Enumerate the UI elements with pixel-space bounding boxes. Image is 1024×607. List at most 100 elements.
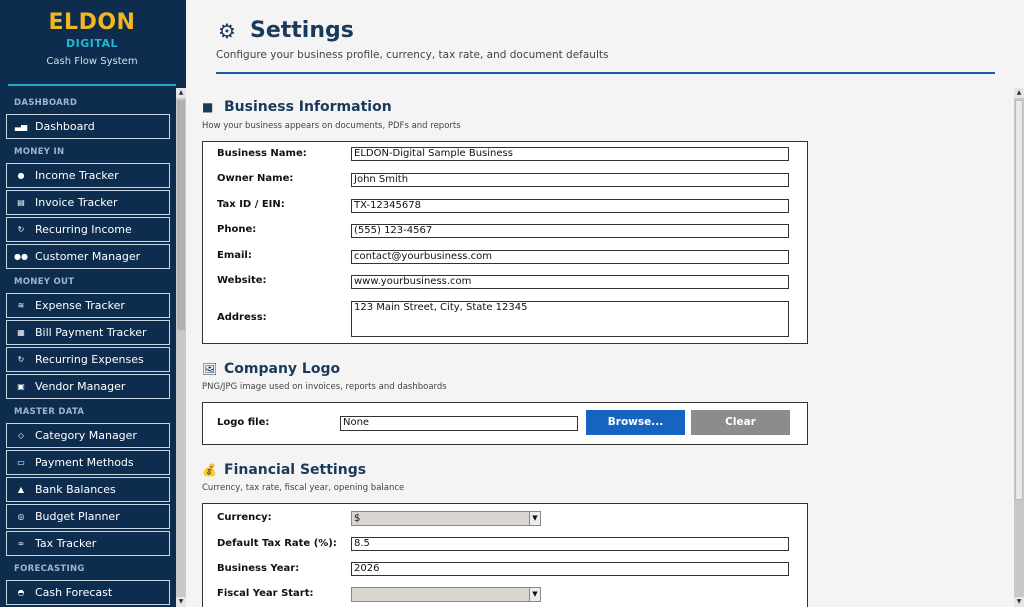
document-icon: ▤ xyxy=(17,198,25,207)
currency-select-value: $ xyxy=(354,513,361,524)
logo-file-field[interactable]: None xyxy=(340,416,578,431)
sidebar-item-label: Customer Manager xyxy=(35,250,141,263)
brand-name: ELDON xyxy=(48,10,136,35)
main-scrollbar[interactable]: ▲ ▼ xyxy=(1014,88,1024,607)
sidebar-item-label: Bill Payment Tracker xyxy=(35,326,147,339)
logo-section-heading: 🖼 Company Logo xyxy=(202,361,340,377)
sidebar-item-recurring-expenses[interactable]: ↻ Recurring Expenses xyxy=(6,347,170,372)
email-field[interactable]: contact@yourbusiness.com xyxy=(351,250,789,264)
bar-chart-icon: ▃▅ xyxy=(14,122,28,131)
business-year-label: Business Year: xyxy=(217,563,300,574)
chevron-down-icon: ▼ xyxy=(529,588,540,601)
fiscal-year-start-select[interactable]: ▼ xyxy=(351,587,541,602)
business-name-field[interactable]: ELDON-Digital Sample Business xyxy=(351,147,789,161)
scroll-up-arrow-icon[interactable]: ▲ xyxy=(1014,88,1024,98)
main-scroll-thumb[interactable] xyxy=(1015,100,1023,500)
sidebar-item-bank-balances[interactable]: ▲ Bank Balances xyxy=(6,477,170,502)
tax-id-field[interactable]: TX-12345678 xyxy=(351,199,789,213)
page-title: Settings xyxy=(250,18,354,43)
gear-icon: ⚙ xyxy=(218,18,236,43)
financial-section-title: Financial Settings xyxy=(224,462,367,478)
sidebar-item-tax-tracker[interactable]: ∞ Tax Tracker xyxy=(6,531,170,556)
picture-icon: 🖼 xyxy=(202,362,218,376)
settings-content: ■ Business Information How your business… xyxy=(186,88,1014,607)
logo-section-title: Company Logo xyxy=(224,361,341,377)
website-label: Website: xyxy=(217,275,267,286)
business-section-subtitle: How your business appears on documents, … xyxy=(202,121,461,131)
sidebar-item-vendor-manager[interactable]: ▣ Vendor Manager xyxy=(6,374,170,399)
sidebar-item-income-tracker[interactable]: ● Income Tracker xyxy=(6,163,170,188)
page-header: ⚙ Settings Configure your business profi… xyxy=(186,0,1024,88)
sidebar-item-label: Income Tracker xyxy=(35,169,119,182)
target-icon: ◎ xyxy=(17,512,25,521)
sidebar-item-invoice-tracker[interactable]: ▤ Invoice Tracker xyxy=(6,190,170,215)
sidebar-item-label: Recurring Expenses xyxy=(35,353,144,366)
repeat-icon: ↻ xyxy=(17,225,25,234)
sidebar-scrollbar[interactable]: ▲ ▼ xyxy=(176,88,186,607)
sidebar: ELDON DIGITAL Cash Flow System DASHBOARD… xyxy=(0,0,186,607)
business-section-heading: ■ Business Information xyxy=(202,99,392,115)
sidebar-item-payment-methods[interactable]: ▭ Payment Methods xyxy=(6,450,170,475)
scroll-down-arrow-icon[interactable]: ▼ xyxy=(1014,597,1024,607)
square-icon: ■ xyxy=(202,100,214,114)
store-icon: ▣ xyxy=(17,382,25,391)
sidebar-item-bill-payment-tracker[interactable]: ▦ Bill Payment Tracker xyxy=(6,320,170,345)
sidebar-item-budget-planner[interactable]: ◎ Budget Planner xyxy=(6,504,170,529)
money-bag-icon: 💰 xyxy=(202,463,217,477)
email-label: Email: xyxy=(217,250,252,261)
scroll-down-arrow-icon[interactable]: ▼ xyxy=(176,597,186,607)
website-field[interactable]: www.yourbusiness.com xyxy=(351,275,789,289)
brand: ELDON DIGITAL Cash Flow System xyxy=(8,0,176,86)
sidebar-section-label: MONEY IN xyxy=(14,147,65,157)
sidebar-item-label: Invoice Tracker xyxy=(35,196,118,209)
sidebar-item-category-manager[interactable]: ◇ Category Manager xyxy=(6,423,170,448)
financial-section-heading: 💰 Financial Settings xyxy=(202,462,366,478)
sidebar-item-label: Expense Tracker xyxy=(35,299,125,312)
sidebar-section-label: MASTER DATA xyxy=(14,407,85,417)
people-icon: ●● xyxy=(14,252,28,261)
business-name-label: Business Name: xyxy=(217,148,307,159)
sidebar-item-label: Bank Balances xyxy=(35,483,116,496)
address-label: Address: xyxy=(217,312,267,323)
chevron-down-icon: ▼ xyxy=(529,512,540,525)
sidebar-item-dashboard[interactable]: ▃▅ Dashboard xyxy=(6,114,170,139)
repeat-icon: ↻ xyxy=(17,355,25,364)
currency-select[interactable]: $ ▼ xyxy=(351,511,541,526)
owner-name-field[interactable]: John Smith xyxy=(351,173,789,187)
sidebar-item-label: Vendor Manager xyxy=(35,380,126,393)
tag-icon: ◇ xyxy=(17,431,25,440)
page-subtitle: Configure your business profile, currenc… xyxy=(216,49,609,61)
financial-panel: Currency: $ ▼ Default Tax Rate (%): 8.5 … xyxy=(202,503,808,607)
business-year-field[interactable]: 2026 xyxy=(351,562,789,576)
business-section-title: Business Information xyxy=(224,99,392,115)
receipt-icon: ▦ xyxy=(17,328,25,337)
sidebar-item-expense-tracker[interactable]: ≋ Expense Tracker xyxy=(6,293,170,318)
crystal-ball-icon: ◓ xyxy=(17,588,25,597)
sidebar-item-recurring-income[interactable]: ↻ Recurring Income xyxy=(6,217,170,242)
logo-panel: Logo file: None Browse... Clear xyxy=(202,402,808,445)
sidebar-item-label: Cash Forecast xyxy=(35,586,113,599)
sidebar-item-customer-manager[interactable]: ●● Customer Manager xyxy=(6,244,170,269)
logo-file-label: Logo file: xyxy=(217,417,270,428)
sidebar-item-cash-forecast[interactable]: ◓ Cash Forecast xyxy=(6,580,170,605)
tax-rate-field[interactable]: 8.5 xyxy=(351,537,789,551)
browse-button[interactable]: Browse... xyxy=(586,410,685,435)
logo-section-subtitle: PNG/JPG image used on invoices, reports … xyxy=(202,382,447,392)
scroll-up-arrow-icon[interactable]: ▲ xyxy=(176,88,186,98)
currency-label: Currency: xyxy=(217,512,272,523)
clear-button[interactable]: Clear xyxy=(691,410,790,435)
sidebar-nav: DASHBOARD ▃▅ Dashboard MONEY IN ● Income Trac… xyxy=(0,86,186,605)
sidebar-item-label: Category Manager xyxy=(35,429,137,442)
money-wings-icon: ≋ xyxy=(17,301,25,310)
phone-field[interactable]: (555) 123-4567 xyxy=(351,224,789,238)
sidebar-item-label: Budget Planner xyxy=(35,510,120,523)
sidebar-section-label: MONEY OUT xyxy=(14,277,75,287)
tax-id-label: Tax ID / EIN: xyxy=(217,199,285,210)
financial-section-subtitle: Currency, tax rate, fiscal year, opening… xyxy=(202,483,405,493)
address-field[interactable]: 123 Main Street, City, State 12345 xyxy=(351,301,789,337)
owner-name-label: Owner Name: xyxy=(217,173,294,184)
fiscal-year-start-label: Fiscal Year Start: xyxy=(217,588,314,599)
sidebar-item-label: Dashboard xyxy=(35,120,95,133)
sidebar-item-label: Tax Tracker xyxy=(35,537,97,550)
sidebar-scroll-thumb[interactable] xyxy=(177,100,185,330)
